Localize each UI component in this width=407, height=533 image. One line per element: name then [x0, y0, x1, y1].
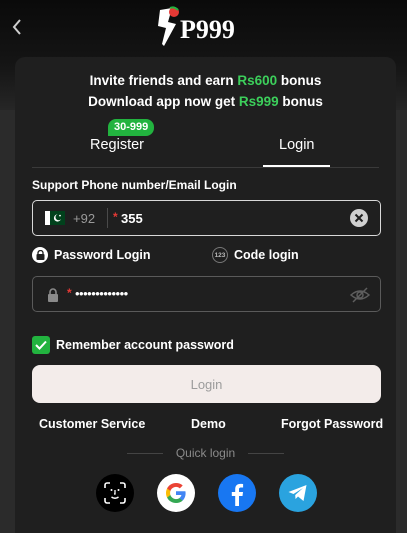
lock-icon	[32, 247, 48, 263]
facebook-icon	[231, 483, 244, 506]
clear-icon[interactable]	[350, 209, 368, 227]
p999-logo-icon: P999	[158, 6, 235, 46]
code-login-label: Code login	[234, 248, 299, 262]
promo-invite: Invite friends and earn Rs600 bonus	[15, 73, 396, 88]
password-lock-icon	[48, 288, 58, 302]
country-code[interactable]: +92	[73, 211, 95, 226]
required-asterisk: *	[113, 210, 118, 224]
customer-service-link[interactable]: Customer Service	[39, 417, 145, 431]
promo-download-amount: Rs999	[238, 94, 279, 109]
remember-password-checkbox[interactable]: Remember account password	[32, 336, 234, 354]
password-field[interactable]: * •••••••••••••	[32, 276, 381, 312]
quick-login-label: Quick login	[175, 446, 236, 460]
chevron-left-icon	[12, 19, 21, 35]
promo-download: Download app now get Rs999 bonus	[15, 94, 396, 109]
telegram-icon	[288, 485, 307, 501]
checkmark-icon[interactable]	[32, 336, 50, 354]
brand-logo: P999	[150, 4, 260, 50]
password-login-label: Password Login	[54, 248, 151, 262]
code-login-option[interactable]: 123 Code login	[212, 247, 299, 263]
tab-register[interactable]: Register	[90, 137, 144, 153]
login-card: Invite friends and earn Rs600 bonus Down…	[15, 57, 396, 533]
required-asterisk: *	[67, 286, 72, 300]
quick-login-divider-right	[248, 453, 284, 454]
telegram-login-button[interactable]	[279, 474, 317, 512]
field-divider	[107, 208, 108, 228]
promo-download-suffix: bonus	[278, 94, 323, 109]
phone-field-label: Support Phone number/Email Login	[32, 178, 237, 192]
register-bonus-badge: 30-999	[108, 119, 155, 136]
promo-invite-amount: Rs600	[237, 73, 278, 88]
promo-invite-text: Invite friends and earn	[89, 73, 238, 88]
forgot-password-link[interactable]: Forgot Password	[281, 417, 383, 431]
promo-download-text: Download app now get	[88, 94, 239, 109]
promo-invite-suffix: bonus	[277, 73, 322, 88]
eye-off-icon[interactable]	[350, 286, 370, 304]
pakistan-flag-icon[interactable]	[45, 211, 65, 225]
phone-input[interactable]: 355	[121, 211, 143, 226]
remember-label: Remember account password	[56, 338, 234, 352]
back-button[interactable]	[6, 14, 28, 40]
tab-login[interactable]: Login	[279, 137, 314, 153]
password-login-option[interactable]: Password Login	[32, 247, 151, 263]
demo-link[interactable]: Demo	[191, 417, 226, 431]
tab-divider	[32, 167, 379, 168]
login-button[interactable]: Login	[32, 365, 381, 403]
phone-field[interactable]: +92 * 355	[32, 200, 381, 236]
logo-text: P999	[180, 15, 235, 44]
face-id-icon	[104, 482, 126, 504]
numeric-code-icon: 123	[212, 247, 228, 263]
facebook-login-button[interactable]	[218, 474, 256, 512]
face-id-login-button[interactable]	[96, 474, 134, 512]
password-input[interactable]: •••••••••••••	[75, 286, 128, 301]
google-icon	[166, 483, 186, 503]
google-login-button[interactable]	[157, 474, 195, 512]
